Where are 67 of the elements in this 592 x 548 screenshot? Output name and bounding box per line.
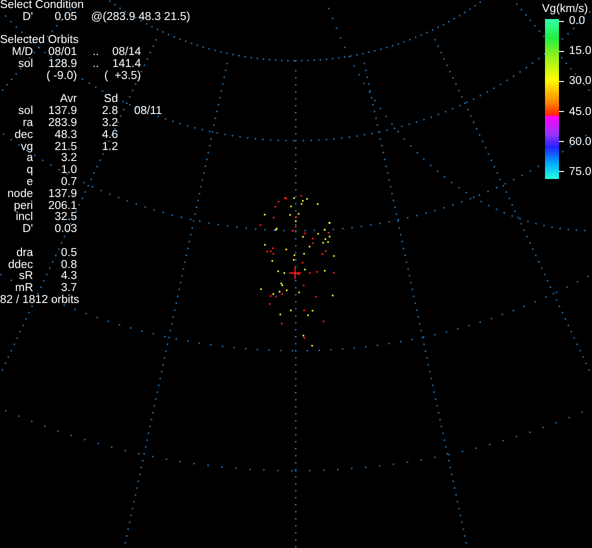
stat-deviation: 3.2 [101,118,118,130]
offset-value: ( +3.5) [103,70,141,83]
section-title: Selected Orbits [0,35,80,46]
orbit-count: 82 / 1812 orbits [0,294,80,307]
range-separator: .. [92,58,99,71]
legend-title: Vg(km/s) [541,2,589,16]
spread-value: 4.3 [60,271,77,283]
tick-label: 30.0 [569,75,592,88]
radiant-cross-icon [288,266,302,280]
tick-mark [559,50,564,52]
stat-label: e [26,176,33,188]
column-header: Sd [102,94,118,106]
spread-label: ddec [7,260,33,271]
stat-label: incl [16,212,33,224]
tick-label: 45.0 [569,106,592,118]
tick-label: 75.0 [569,166,592,178]
spread-label: mR [14,283,33,294]
spread-label: sR [18,271,33,283]
stat-label: vg [20,142,33,154]
stat-average: 206.1 [47,200,77,212]
stat-average: 137.9 [47,188,77,201]
stat-label: peri [12,200,33,212]
tick-mark [559,171,564,172]
stat-label: dec [13,130,33,142]
tick-label: 0.0 [569,15,585,27]
range-separator: .. [92,47,99,59]
stat-average: 283.9 [47,118,77,130]
stat-average: 1.0 [60,165,77,177]
tick-mark [559,20,564,22]
stat-label: D' [21,224,33,236]
tick-label: 15.0 [569,45,592,58]
stat-label: ra [22,118,33,130]
condition-center: @(283.9 48.3 21.5) [91,12,190,24]
stat-average: 3.2 [60,153,77,165]
range-label: M/D [10,47,33,58]
column-header: Avr [58,94,77,106]
stat-average: 32.5 [54,212,77,224]
spread-label: dra [15,248,33,260]
tick-mark [559,111,564,112]
condition-value: 0.05 [54,12,77,24]
stat-average: 48.3 [54,130,77,142]
tick-mark [559,141,564,142]
stat-label: node [6,188,33,200]
stat-deviation: 4.6 [101,130,118,142]
range-from: 08/01 [47,47,77,59]
stat-label: a [26,153,33,166]
stat-deviation: 1.2 [101,142,118,154]
stat-average: 0.7 [60,176,77,189]
section-title: Select Condition [0,0,85,12]
range-to: 141.4 [111,58,141,70]
range-to: 08/14 [111,47,141,59]
stat-label: sol [17,106,33,118]
tick-mark [559,80,564,82]
range-from: 128.9 [47,58,77,70]
spread-value: 0.5 [60,248,77,260]
stat-average: 21.5 [54,142,77,153]
stat-deviation: 2.8 [101,106,118,118]
range-label: sol [17,58,33,71]
stat-label: q [26,165,33,177]
stat-average: 0.03 [54,224,77,236]
tick-label: 60.0 [569,136,592,148]
spread-value: 3.7 [60,283,77,294]
stat-date: 08/11 [133,106,162,118]
spread-value: 0.8 [60,260,77,271]
condition-label: D' [21,12,33,24]
stat-average: 137.9 [47,106,77,118]
offset-value: ( -9.0) [45,70,77,83]
